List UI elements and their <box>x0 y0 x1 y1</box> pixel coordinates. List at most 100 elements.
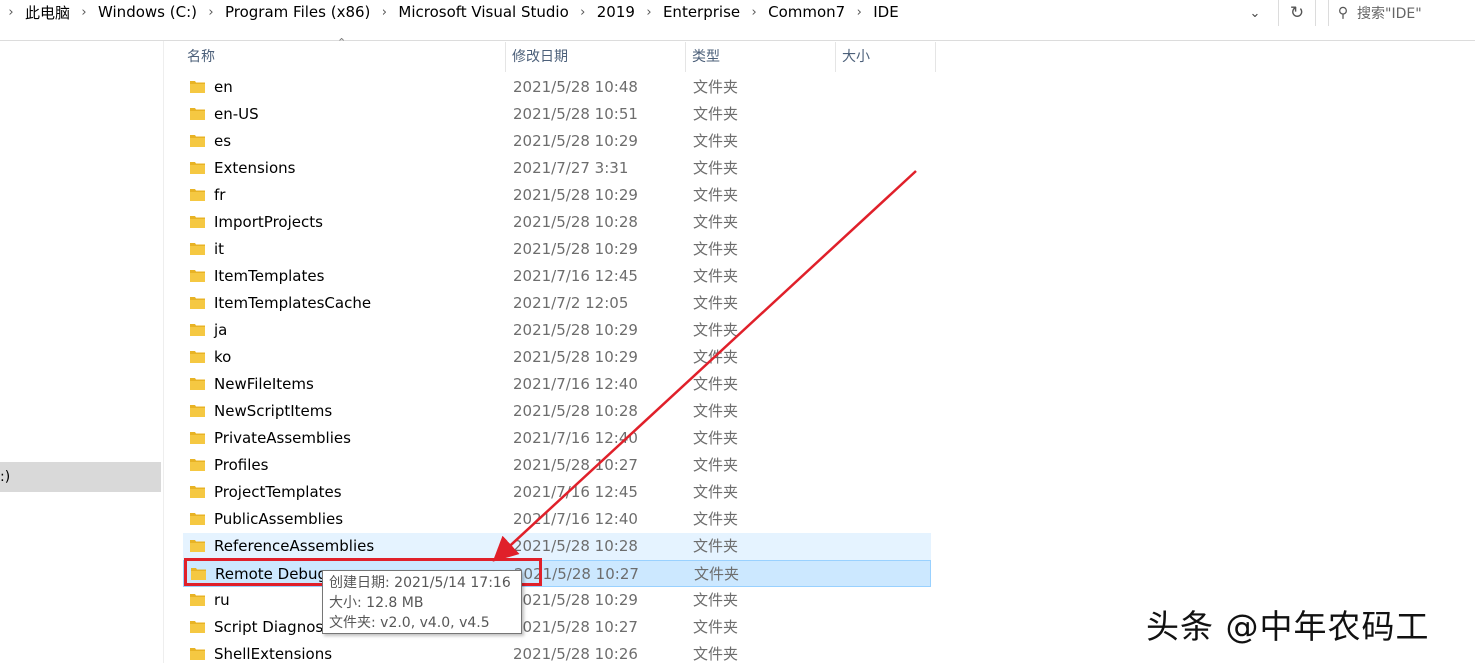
file-row[interactable]: ImportProjects 2021/5/28 10:28 文件夹 <box>183 209 931 236</box>
file-date: 2021/5/28 10:29 <box>513 132 638 150</box>
file-row[interactable]: en-US 2021/5/28 10:51 文件夹 <box>183 101 931 128</box>
file-row[interactable]: NewFileItems 2021/7/16 12:40 文件夹 <box>183 371 931 398</box>
file-name: PublicAssemblies <box>214 510 344 528</box>
file-name: ja <box>214 321 228 339</box>
file-row[interactable]: ItemTemplatesCache 2021/7/2 12:05 文件夹 <box>183 290 931 317</box>
file-type: 文件夹 <box>693 240 739 258</box>
breadcrumb-item[interactable]: IDE <box>870 3 901 21</box>
chevron-right-icon[interactable]: › <box>200 5 222 20</box>
file-name: en <box>214 78 233 96</box>
folder-icon <box>190 621 205 633</box>
chevron-right-icon[interactable]: › <box>743 5 765 20</box>
chevron-right-icon[interactable]: › <box>572 5 594 20</box>
file-row[interactable]: ko 2021/5/28 10:29 文件夹 <box>183 344 931 371</box>
refresh-icon[interactable]: ↻ <box>1278 0 1316 26</box>
breadcrumb-item[interactable]: 此电脑 <box>22 2 73 23</box>
file-row[interactable]: es 2021/5/28 10:29 文件夹 <box>183 128 931 155</box>
folder-icon <box>190 216 205 228</box>
breadcrumb-item[interactable]: Microsoft Visual Studio <box>395 3 571 21</box>
file-name: NewScriptItems <box>214 402 333 420</box>
file-row[interactable]: Remote Debug 2021/5/28 10:27 文件夹 <box>183 560 931 587</box>
file-row[interactable]: en 2021/5/28 10:48 文件夹 <box>183 74 931 101</box>
folder-icon <box>190 81 205 93</box>
column-header-date-label: 修改日期 <box>512 49 568 65</box>
file-name: Remote Debug <box>215 565 327 583</box>
file-date: 2021/5/28 10:29 <box>513 186 638 204</box>
search-icon: ⚲ <box>1337 5 1349 21</box>
file-name: Extensions <box>214 159 296 177</box>
file-row[interactable]: ShellExtensions 2021/5/28 10:26 文件夹 <box>183 641 931 663</box>
breadcrumb-item[interactable]: Windows (C:) <box>95 3 200 21</box>
file-type: 文件夹 <box>693 402 739 420</box>
column-header-size[interactable]: 大小 <box>836 42 936 72</box>
file-row[interactable]: PublicAssemblies 2021/7/16 12:40 文件夹 <box>183 506 931 533</box>
file-date: 2021/5/28 10:28 <box>513 213 638 231</box>
file-type: 文件夹 <box>693 483 739 501</box>
folder-icon <box>190 135 205 147</box>
breadcrumb-item[interactable]: Common7 <box>765 3 848 21</box>
search-input[interactable]: ⚲ 搜索"IDE" <box>1328 0 1475 26</box>
file-date: 2021/7/16 12:40 <box>513 375 638 393</box>
file-type: 文件夹 <box>693 213 739 231</box>
breadcrumb-item[interactable]: 2019 <box>594 3 638 21</box>
chevron-right-icon[interactable]: › <box>73 5 95 20</box>
file-row[interactable]: NewScriptItems 2021/5/28 10:28 文件夹 <box>183 398 931 425</box>
folder-icon <box>190 243 205 255</box>
chevron-right-icon[interactable]: › <box>638 5 660 20</box>
file-date: 2021/5/28 10:51 <box>513 105 638 123</box>
file-row[interactable]: ReferenceAssemblies 2021/5/28 10:28 文件夹 <box>183 533 931 560</box>
file-name: es <box>214 132 232 150</box>
column-header-date[interactable]: 修改日期 <box>506 42 686 72</box>
address-bar: › 此电脑 › Windows (C:) › Program Files (x86) › Mi… <box>0 0 1475 41</box>
navigation-pane[interactable]: :) <box>0 41 164 663</box>
breadcrumb-item[interactable]: Enterprise <box>660 3 743 21</box>
file-name: Profiles <box>214 456 269 474</box>
file-date: 2021/7/16 12:40 <box>513 429 638 447</box>
chevron-right-icon[interactable]: › <box>0 5 22 20</box>
file-date: 2021/5/28 10:26 <box>513 645 638 663</box>
column-header-name-label: 名称 <box>187 49 215 65</box>
file-row[interactable]: Extensions 2021/7/27 3:31 文件夹 <box>183 155 931 182</box>
file-date: 2021/5/28 10:29 <box>513 321 638 339</box>
watermark: 头条 @中年农码工 <box>1146 607 1430 646</box>
file-type: 文件夹 <box>693 132 739 150</box>
nav-item-selected[interactable]: :) <box>0 462 161 492</box>
file-name: NewFileItems <box>214 375 314 393</box>
file-row[interactable]: Script Diagnost 2021/5/28 10:27 文件夹 <box>183 614 931 641</box>
file-type: 文件夹 <box>693 456 739 474</box>
file-row[interactable]: ja 2021/5/28 10:29 文件夹 <box>183 317 931 344</box>
column-header-type[interactable]: 类型 <box>686 42 836 72</box>
file-row[interactable]: it 2021/5/28 10:29 文件夹 <box>183 236 931 263</box>
folder-icon <box>190 378 205 390</box>
chevron-down-icon[interactable]: ⌄ <box>1240 0 1270 26</box>
file-type: 文件夹 <box>693 375 739 393</box>
file-type: 文件夹 <box>693 618 739 636</box>
file-row[interactable]: PrivateAssemblies 2021/7/16 12:40 文件夹 <box>183 425 931 452</box>
file-type: 文件夹 <box>693 186 739 204</box>
file-row[interactable]: ProjectTemplates 2021/7/16 12:45 文件夹 <box>183 479 931 506</box>
file-type: 文件夹 <box>693 267 739 285</box>
breadcrumb-item[interactable]: Program Files (x86) <box>222 3 373 21</box>
file-row[interactable]: ItemTemplates 2021/7/16 12:45 文件夹 <box>183 263 931 290</box>
file-row[interactable]: ru 2021/5/28 10:29 文件夹 <box>183 587 931 614</box>
folder-icon <box>190 648 205 660</box>
chevron-right-icon[interactable]: › <box>848 5 870 20</box>
file-date: 2021/5/28 10:27 <box>513 456 638 474</box>
file-date: 2021/7/16 12:45 <box>513 267 638 285</box>
sort-ascending-icon: ⌃ <box>337 36 347 49</box>
file-type: 文件夹 <box>693 348 739 366</box>
file-date: 2021/7/27 3:31 <box>513 159 629 177</box>
file-date: 2021/5/28 10:29 <box>513 348 638 366</box>
folder-icon <box>190 486 205 498</box>
file-row[interactable]: Profiles 2021/5/28 10:27 文件夹 <box>183 452 931 479</box>
file-type: 文件夹 <box>693 537 739 555</box>
chevron-right-icon[interactable]: › <box>373 5 395 20</box>
file-date: 2021/7/2 12:05 <box>513 294 629 312</box>
file-type: 文件夹 <box>693 321 739 339</box>
breadcrumb[interactable]: › 此电脑 › Windows (C:) › Program Files (x86) › Mi… <box>0 0 1276 24</box>
file-type: 文件夹 <box>693 645 739 663</box>
file-name: it <box>214 240 225 258</box>
file-name: PrivateAssemblies <box>214 429 351 447</box>
file-row[interactable]: fr 2021/5/28 10:29 文件夹 <box>183 182 931 209</box>
folder-icon <box>190 405 205 417</box>
